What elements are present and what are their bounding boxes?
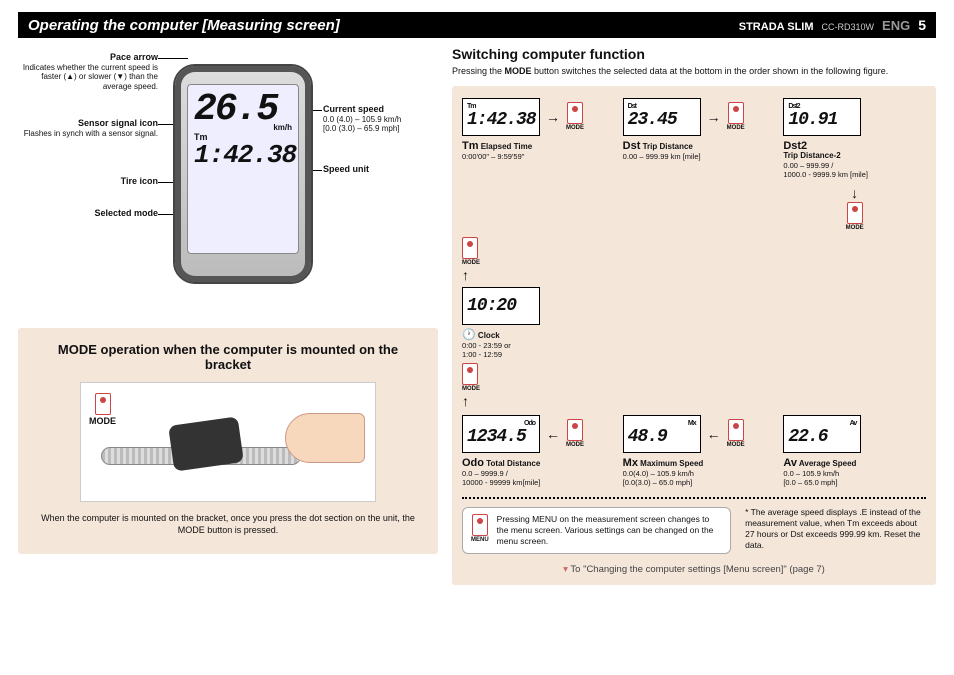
arrow-up-icon: ↑ [462,393,469,409]
callout-selected-mode: Selected mode [18,208,158,219]
menu-note-text: Pressing MENU on the measurement screen … [497,514,722,547]
page-title: Operating the computer [Measuring screen… [28,17,739,34]
display-dst2: Dst2 10.91 [783,98,861,136]
right-column: Switching computer function Pressing the… [452,46,936,585]
mode-tm: Tm 1:42.38 → MODE Tm Elapsed Time 0:00'0… [462,98,605,231]
display-dst: Dst 23.45 [623,98,701,136]
device-body: 26.5 km/h Tm 1:42.38 [173,64,313,284]
mode-icon [847,202,863,224]
mode-icon [462,237,478,259]
tm-value: 1:42.38 [194,142,292,168]
mode-dst: Dst 23.45 → MODE Dst Trip Distance 0.00 … [623,98,766,231]
manual-page: Operating the computer [Measuring screen… [0,0,954,675]
product-code: CC-RD310W [822,22,875,32]
display-tm: Tm 1:42.38 [462,98,540,136]
arrow-right-icon: → [546,109,560,125]
arrow-up-icon: ↑ [462,267,469,283]
callout-pace-arrow: Pace arrow Indicates whether the current… [18,52,158,92]
arrow-left-icon: ← [707,426,721,442]
mode-icon-group: MODE [89,393,116,426]
header-product: STRADA SLIM CC-RD310W ENG 5 [739,17,926,33]
menu-note: MENU Pressing MENU on the measurement sc… [462,507,731,554]
arrow-down-icon: ↓ [851,185,858,201]
callout-title: Current speed [323,104,384,114]
lang-label: ENG [882,18,910,33]
mode-box-heading: MODE operation when the computer is moun… [40,342,416,372]
mode-icon [462,363,478,385]
callout-title: Pace arrow [110,52,158,62]
mode-box-caption: When the computer is mounted on the brac… [40,512,416,536]
finger-illustration [285,413,365,463]
callout-title: Speed unit [323,164,369,174]
product-name: STRADA SLIM [739,21,814,33]
callout-title: Selected mode [94,208,158,218]
callout-body: Indicates whether the current speed is f… [23,63,158,91]
mode-dst2: Dst2 10.91 Dst2 Trip Distance-2 0.00 – 9… [783,98,926,231]
arrow-right-icon: → [707,109,721,125]
notes-row: MENU Pressing MENU on the measurement sc… [462,507,926,554]
device-screen: 26.5 km/h Tm 1:42.38 [187,84,299,254]
mode-icon [728,102,744,124]
callout-speed-unit: Speed unit [323,164,443,175]
mode-mx: Mx 48.9 ← MODE Mx Maximum Speed 0.0(4.0)… [623,415,766,487]
goto-link: To "Changing the computer settings [Menu… [462,564,926,575]
mode-icon-label: MODE [89,416,116,426]
mode-icon [567,419,583,441]
switching-heading: Switching computer function [452,46,936,62]
display-odo: Odo 1234.5 [462,415,540,453]
leader-line [158,58,188,59]
device-diagram: Pace arrow Indicates whether the current… [18,46,438,316]
mounted-device-illustration [168,416,244,471]
callout-body: 0.0 (4.0) – 105.9 km/h [0.0 (3.0) – 65.9… [323,115,401,134]
callout-sensor: Sensor signal icon Flashes in synch with… [18,118,158,138]
mode-operation-box: MODE operation when the computer is moun… [18,328,438,554]
mode-av: Av 22.6 Av Average Speed 0.0 – 105.9 km/… [783,415,926,487]
page-header: Operating the computer [Measuring screen… [18,12,936,38]
switching-lead: Pressing the MODE button switches the se… [452,66,936,78]
arrow-left-icon: ← [546,426,560,442]
mode-illustration: MODE [80,382,376,502]
display-mx: Mx 48.9 [623,415,701,453]
mode-icon [95,393,111,415]
average-speed-note: * The average speed displays .E instead … [745,507,921,554]
speed-value: 26.5 [194,91,277,129]
mode-cycle-diagram: Tm 1:42.38 → MODE Tm Elapsed Time 0:00'0… [452,86,936,585]
menu-icon [472,514,488,536]
mode-clock: MODE ↑ 10:20 🕐 Clock 0:00 - 23:59 or 1:0… [462,237,605,409]
callout-title: Tire icon [121,176,158,186]
display-av: Av 22.6 [783,415,861,453]
page-number: 5 [918,17,926,33]
dotted-separator [462,497,926,499]
callout-title: Sensor signal icon [78,118,158,128]
mode-odo: Odo 1234.5 ← MODE Odo Total Distance 0.0… [462,415,605,487]
callout-tire: Tire icon [18,176,158,187]
mode-icon [567,102,583,124]
callout-current-speed: Current speed 0.0 (4.0) – 105.9 km/h [0.… [323,104,443,134]
callout-body: Flashes in synch with a sensor signal. [24,129,158,138]
left-column: Pace arrow Indicates whether the current… [18,46,438,585]
mode-icon [728,419,744,441]
display-clock: 10:20 [462,287,540,325]
